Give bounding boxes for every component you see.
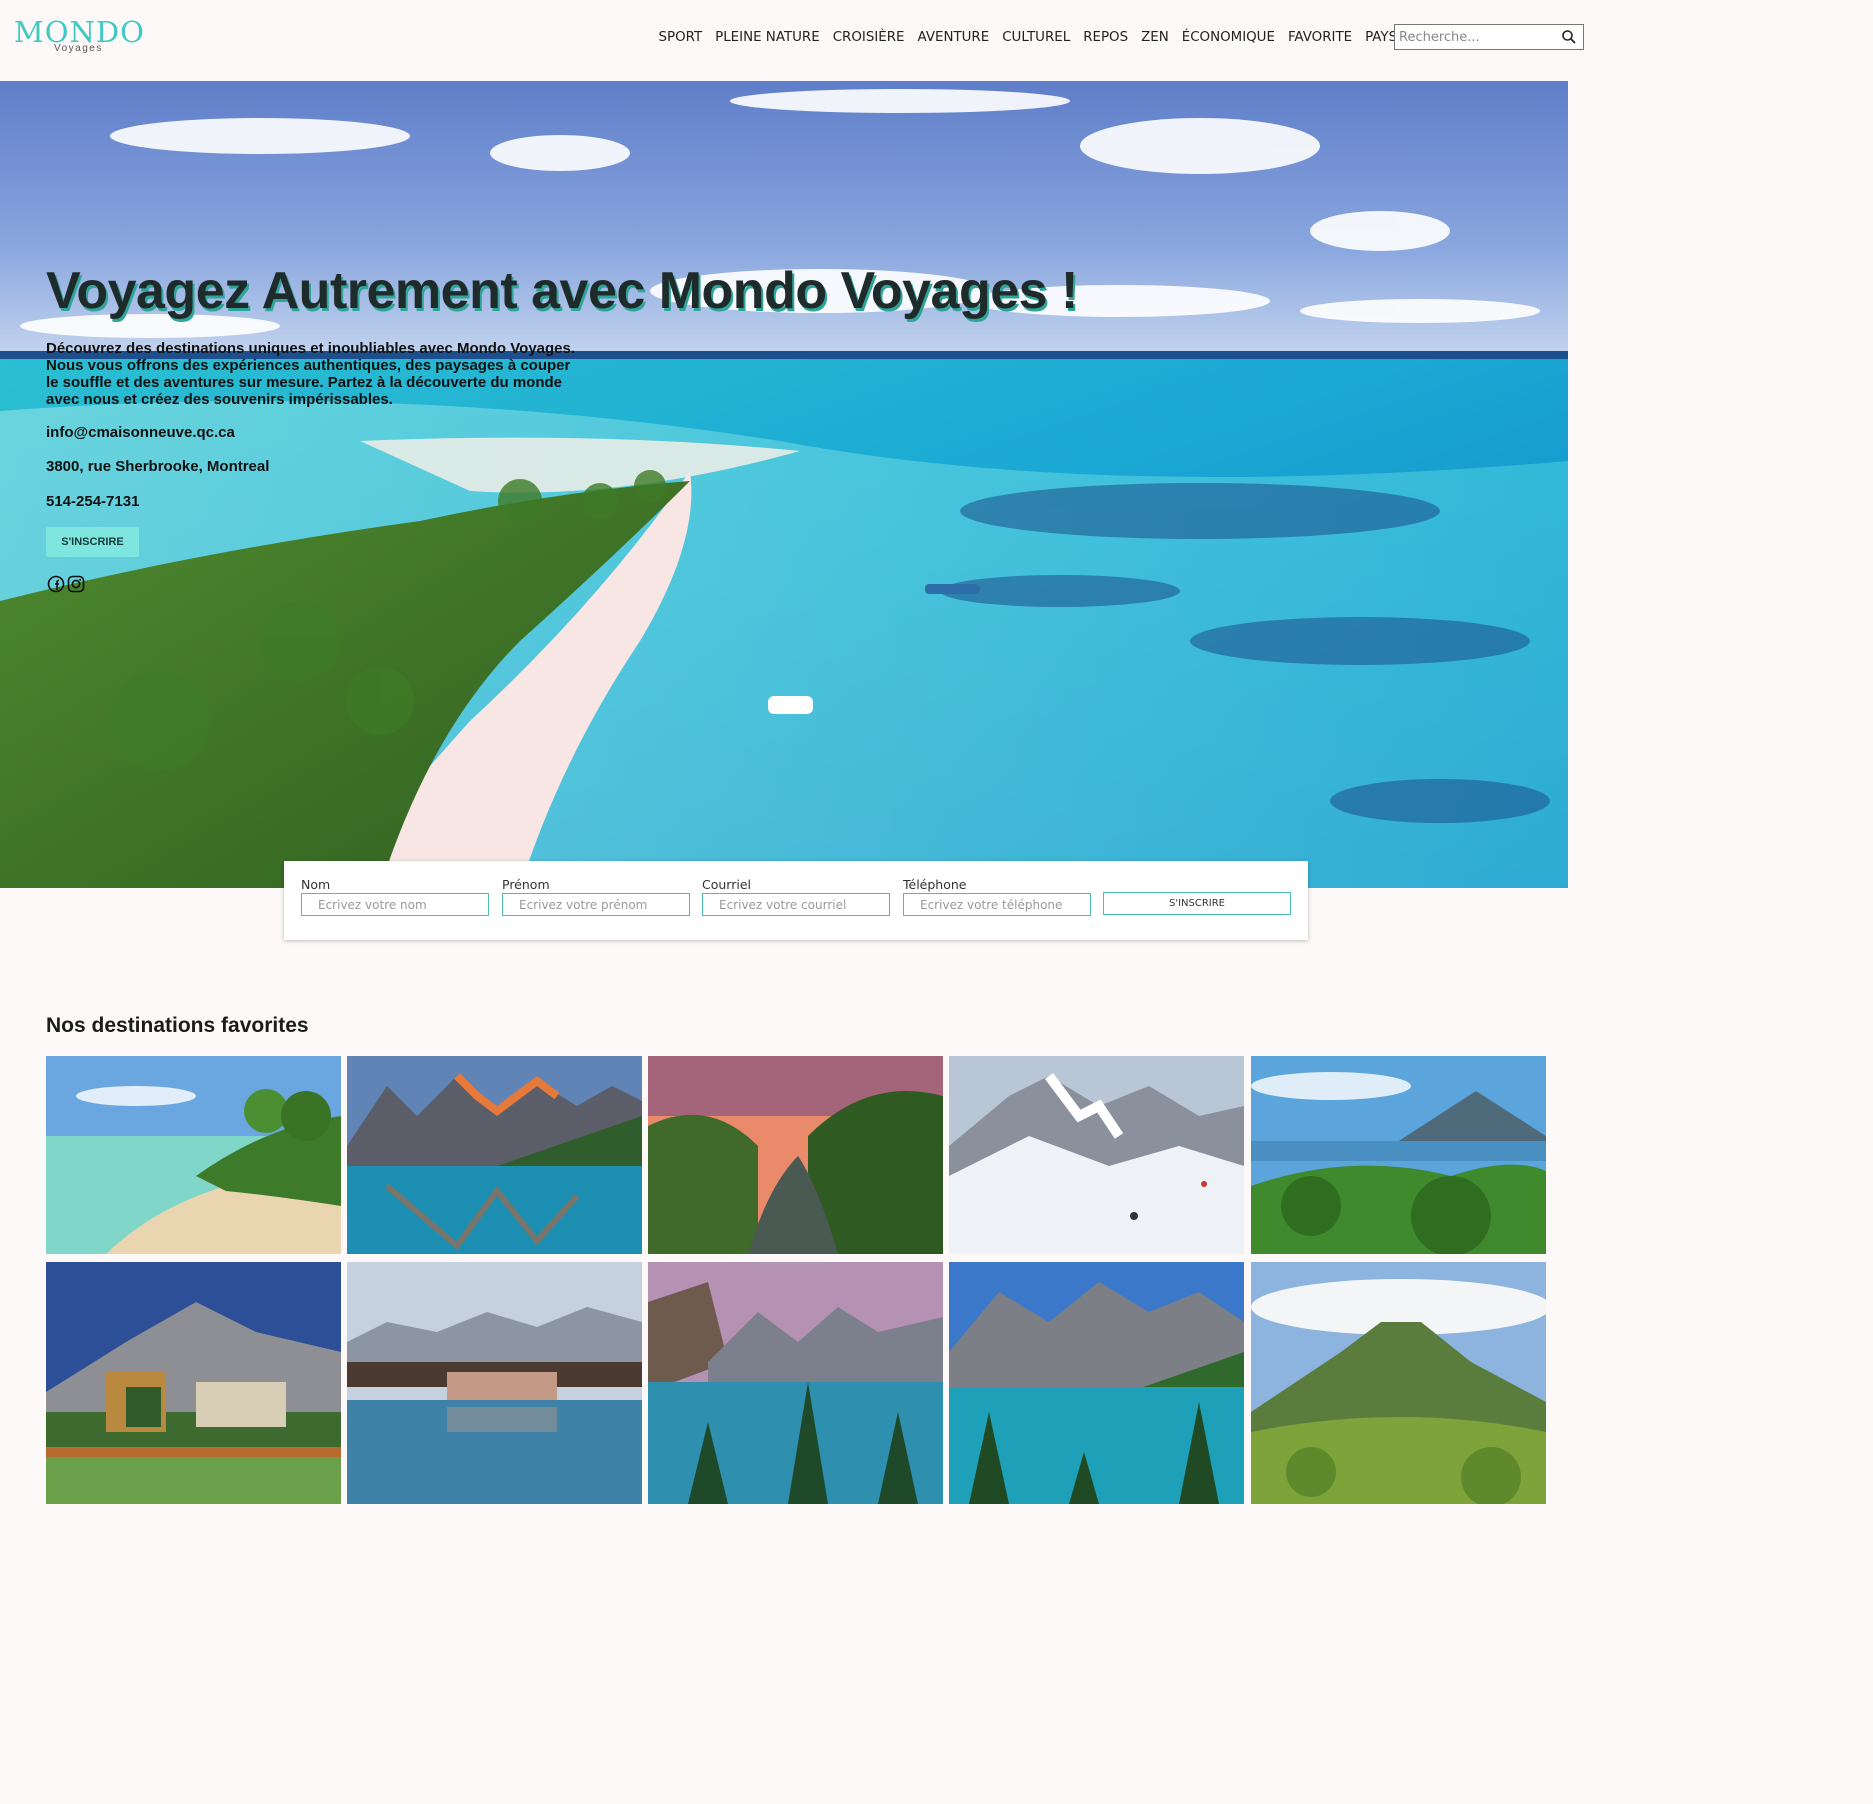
nav-item-pays[interactable]: PAYS	[1365, 27, 1397, 49]
hero-background-image	[0, 81, 1568, 888]
destination-image-volcano	[1251, 1056, 1546, 1254]
destination-image-banff-resort	[46, 1262, 341, 1504]
nav-item-economique[interactable]: ÉCONOMIQUE	[1182, 27, 1275, 49]
destination-card[interactable]	[648, 1056, 943, 1254]
search-input[interactable]	[1399, 28, 1554, 46]
destination-card[interactable]	[949, 1262, 1244, 1504]
nav-item-zen[interactable]: ZEN	[1141, 27, 1169, 49]
destination-card[interactable]	[347, 1056, 642, 1254]
nav-item-aventure[interactable]: AVENTURE	[918, 27, 990, 49]
logo[interactable]: MONDO Voyages	[14, 16, 144, 58]
nav-item-repos[interactable]: REPOS	[1083, 27, 1128, 49]
main-nav: SPORT PLEINE NATURE CROISIÈRE AVENTURE C…	[652, 27, 1404, 49]
destination-image-alpine-lake	[949, 1262, 1244, 1504]
hero-banner: Voyagez Autrement avec Mondo Voyages ! D…	[0, 81, 1568, 888]
destination-card[interactable]	[347, 1262, 642, 1504]
contact-phone[interactable]: 514-254-7131	[46, 493, 139, 510]
nav-item-croisiere[interactable]: CROISIÈRE	[833, 27, 905, 49]
facebook-icon[interactable]	[47, 575, 65, 593]
destination-card[interactable]	[1251, 1262, 1546, 1504]
destination-image-moraine-lake	[648, 1262, 943, 1504]
telephone-input[interactable]	[903, 893, 1091, 916]
destination-card[interactable]	[1251, 1056, 1546, 1254]
destination-card[interactable]	[648, 1262, 943, 1504]
section-title-destinations: Nos destinations favorites	[46, 1014, 309, 1037]
destination-image-lake-louise	[347, 1262, 642, 1504]
destination-image-river-sunset	[648, 1056, 943, 1254]
search-icon[interactable]	[1561, 29, 1577, 45]
signup-form: Nom Prénom Courriel Téléphone S'INSCRIRE	[284, 861, 1308, 940]
field-courriel: Courriel	[702, 877, 890, 916]
field-label-telephone: Téléphone	[903, 877, 967, 892]
field-prenom: Prénom	[502, 877, 690, 916]
field-label-nom: Nom	[301, 877, 331, 892]
hero-signup-button[interactable]: S'INSCRIRE	[46, 527, 139, 557]
instagram-icon[interactable]	[67, 575, 85, 593]
form-submit-button[interactable]: S'INSCRIRE	[1103, 892, 1291, 915]
nav-item-sport[interactable]: SPORT	[659, 27, 703, 49]
field-nom: Nom	[301, 877, 489, 916]
destination-card[interactable]	[46, 1056, 341, 1254]
nav-item-culturel[interactable]: CULTUREL	[1002, 27, 1070, 49]
nom-input[interactable]	[301, 893, 489, 916]
contact-address: 3800, rue Sherbrooke, Montreal	[46, 458, 270, 475]
search-box	[1394, 24, 1584, 50]
prenom-input[interactable]	[502, 893, 690, 916]
site-header: MONDO Voyages SPORT PLEINE NATURE CROISI…	[0, 0, 1584, 81]
destination-card[interactable]	[949, 1056, 1244, 1254]
destination-image-mountain-lake	[347, 1056, 642, 1254]
courriel-input[interactable]	[702, 893, 890, 916]
field-label-courriel: Courriel	[702, 877, 751, 892]
contact-email[interactable]: info@cmaisonneuve.qc.ca	[46, 424, 235, 441]
logo-tagline: Voyages	[54, 43, 103, 54]
nav-item-favorite[interactable]: FAVORITE	[1288, 27, 1352, 49]
nav-item-pleine-nature[interactable]: PLEINE NATURE	[715, 27, 820, 49]
destination-image-ski	[949, 1056, 1244, 1254]
destination-card[interactable]	[46, 1262, 341, 1504]
hero-title: Voyagez Autrement avec Mondo Voyages !	[46, 262, 1078, 320]
field-telephone: Téléphone	[903, 877, 1091, 916]
hero-description: Découvrez des destinations uniques et in…	[46, 340, 576, 408]
field-label-prenom: Prénom	[502, 877, 550, 892]
destination-image-arenal-volcano	[1251, 1262, 1546, 1504]
destination-image-beach	[46, 1056, 341, 1254]
